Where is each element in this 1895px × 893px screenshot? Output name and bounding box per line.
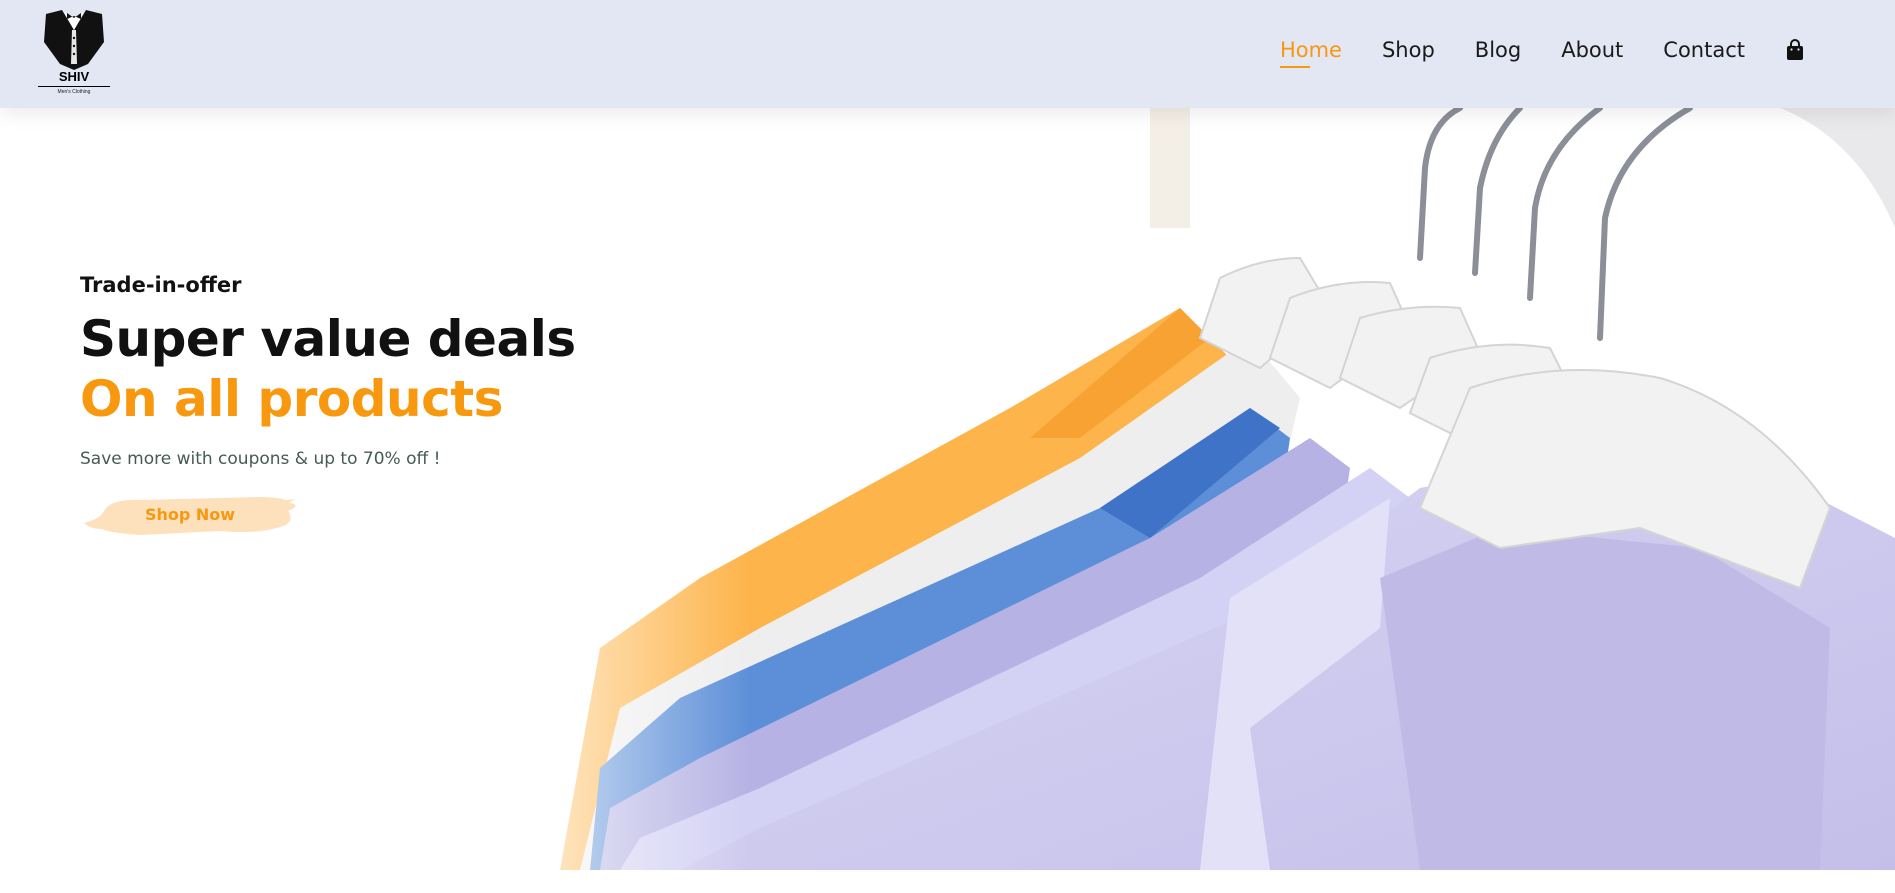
brand-name: SHIV (58, 69, 90, 84)
site-header: SHIV Men's Clothing Home Shop Blog About… (0, 0, 1895, 108)
nav-shop[interactable]: Shop (1382, 38, 1435, 62)
shopping-bag-icon[interactable] (1785, 39, 1805, 61)
shop-now-label: Shop Now (144, 505, 236, 524)
nav-blog[interactable]: Blog (1475, 38, 1521, 62)
nav-contact[interactable]: Contact (1663, 38, 1745, 62)
hero-title-accent: On all products (80, 370, 503, 428)
brand-tagline: Men's Clothing (57, 89, 91, 95)
shop-now-button[interactable]: Shop Now (80, 489, 300, 541)
tuxedo-icon (44, 10, 104, 70)
nav-home[interactable]: Home (1279, 38, 1342, 68)
hero-banner: Trade-in-offer Super value deals On all … (0, 108, 1895, 870)
hero-title: Super value deals (80, 310, 576, 368)
hero-content: Trade-in-offer Super value deals On all … (80, 273, 576, 541)
main-nav: Home Shop Blog About Contact (1240, 0, 1805, 100)
nav-about[interactable]: About (1561, 38, 1623, 62)
hero-eyebrow: Trade-in-offer (80, 273, 242, 297)
brand-divider (38, 86, 110, 87)
hero-subtitle: Save more with coupons & up to 70% off ! (80, 449, 441, 469)
brand-logo[interactable]: SHIV Men's Clothing (36, 8, 112, 98)
